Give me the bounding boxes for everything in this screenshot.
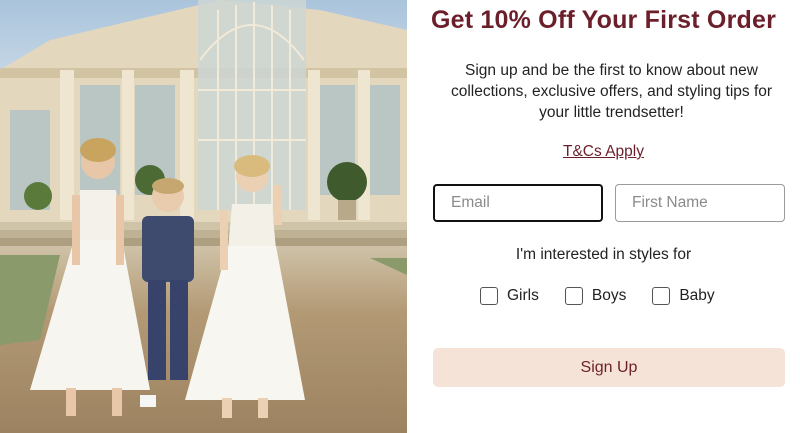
popup-subtext: Sign up and be the first to know about n… <box>450 62 773 121</box>
sign-up-button[interactable]: Sign Up <box>433 348 785 387</box>
signup-panel: Get 10% Off Your First Order Sign up and… <box>407 0 800 433</box>
hero-illustration <box>0 0 407 418</box>
hero-photo <box>0 0 407 433</box>
popup-headline: Get 10% Off Your First Order <box>430 6 777 34</box>
email-field[interactable] <box>433 184 603 222</box>
interest-label: I'm interested in styles for <box>515 246 692 263</box>
boys-checkbox[interactable] <box>564 287 583 305</box>
option-girls[interactable]: Girls <box>480 287 539 305</box>
option-baby[interactable]: Baby <box>652 287 715 305</box>
option-boys[interactable]: Boys <box>564 287 627 305</box>
baby-checkbox[interactable] <box>652 287 671 305</box>
girls-checkbox[interactable] <box>480 287 498 305</box>
terms-link[interactable]: T&Cs Apply <box>407 143 800 161</box>
option-label: Girls <box>507 287 539 304</box>
option-label: Boys <box>591 287 627 304</box>
option-label: Baby <box>679 287 715 304</box>
style-options: Girls Boys Baby <box>480 287 715 305</box>
first-name-field[interactable] <box>615 184 785 222</box>
signup-popup: Get 10% Off Your First Order Sign up and… <box>0 0 800 433</box>
